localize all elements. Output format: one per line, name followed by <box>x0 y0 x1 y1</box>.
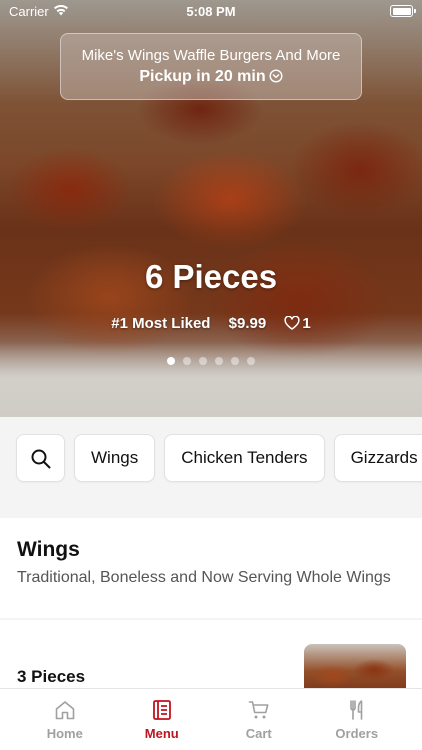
category-chip-gizzards[interactable]: Gizzards <box>333 434 422 482</box>
carousel-dot[interactable] <box>215 357 223 365</box>
section-title: Wings <box>17 538 80 561</box>
featured-likes[interactable]: 1 <box>284 315 311 332</box>
carousel-pagination <box>0 357 422 365</box>
featured-carousel[interactable]: Carrier 5:08 PM Mike's Wings Waffle Burg… <box>0 0 422 417</box>
search-icon <box>31 449 50 469</box>
status-bar: Carrier 5:08 PM <box>0 0 422 24</box>
carousel-dot[interactable] <box>167 357 175 365</box>
tab-orders[interactable]: Orders <box>304 689 410 750</box>
category-chip-chicken-tenders[interactable]: Chicken Tenders <box>164 434 325 482</box>
tab-home[interactable]: Home <box>12 689 118 750</box>
featured-price: $9.99 <box>228 315 267 332</box>
category-bar: Wings Chicken Tenders Gizzards <box>0 417 422 499</box>
hero-image-tray <box>0 342 422 417</box>
battery-icon <box>390 5 416 17</box>
store-name: Mike's Wings Waffle Burgers And More <box>81 47 341 64</box>
tab-cart-label: Cart <box>245 726 272 741</box>
utensils-icon <box>349 700 363 720</box>
tab-home-label: Home <box>46 726 83 741</box>
featured-item-meta: #1 Most Liked $9.99 1 <box>0 315 422 332</box>
clock: 5:08 PM <box>186 4 236 19</box>
carousel-dot[interactable] <box>231 357 239 365</box>
featured-rank: #1 Most Liked <box>111 315 211 332</box>
tab-menu[interactable]: Menu <box>109 689 215 750</box>
tab-menu-label: Menu <box>144 726 179 741</box>
app-screen: Carrier 5:08 PM Mike's Wings Waffle Burg… <box>0 0 422 750</box>
pickup-time: Pickup in 20 min <box>61 68 361 88</box>
menu-item[interactable]: 3 Pieces <box>0 620 422 704</box>
cart-icon <box>248 701 269 719</box>
chevron-down-circle-icon <box>269 69 283 88</box>
menu-book-icon <box>152 700 171 720</box>
store-pickup-selector[interactable]: Mike's Wings Waffle Burgers And More Pic… <box>60 33 362 100</box>
featured-item-title: 6 Pieces <box>144 258 278 295</box>
search-button[interactable] <box>16 434 65 482</box>
home-icon <box>55 701 75 720</box>
carousel-dot[interactable] <box>183 357 191 365</box>
pickup-time-label: Pickup in 20 min <box>139 68 266 85</box>
tab-bar: Home Menu Cart Orders <box>0 688 422 750</box>
menu-item-name: 3 Pieces <box>17 667 86 686</box>
featured-likes-count: 1 <box>302 315 311 332</box>
carousel-dot[interactable] <box>247 357 255 365</box>
tab-cart[interactable]: Cart <box>206 689 312 750</box>
carousel-dot[interactable] <box>199 357 207 365</box>
tab-orders-label: Orders <box>335 726 379 741</box>
heart-icon <box>284 315 300 330</box>
menu-section-header: Wings Traditional, Boneless and Now Serv… <box>0 518 422 618</box>
category-chip-wings[interactable]: Wings <box>74 434 156 482</box>
section-description: Traditional, Boneless and Now Serving Wh… <box>17 569 391 586</box>
